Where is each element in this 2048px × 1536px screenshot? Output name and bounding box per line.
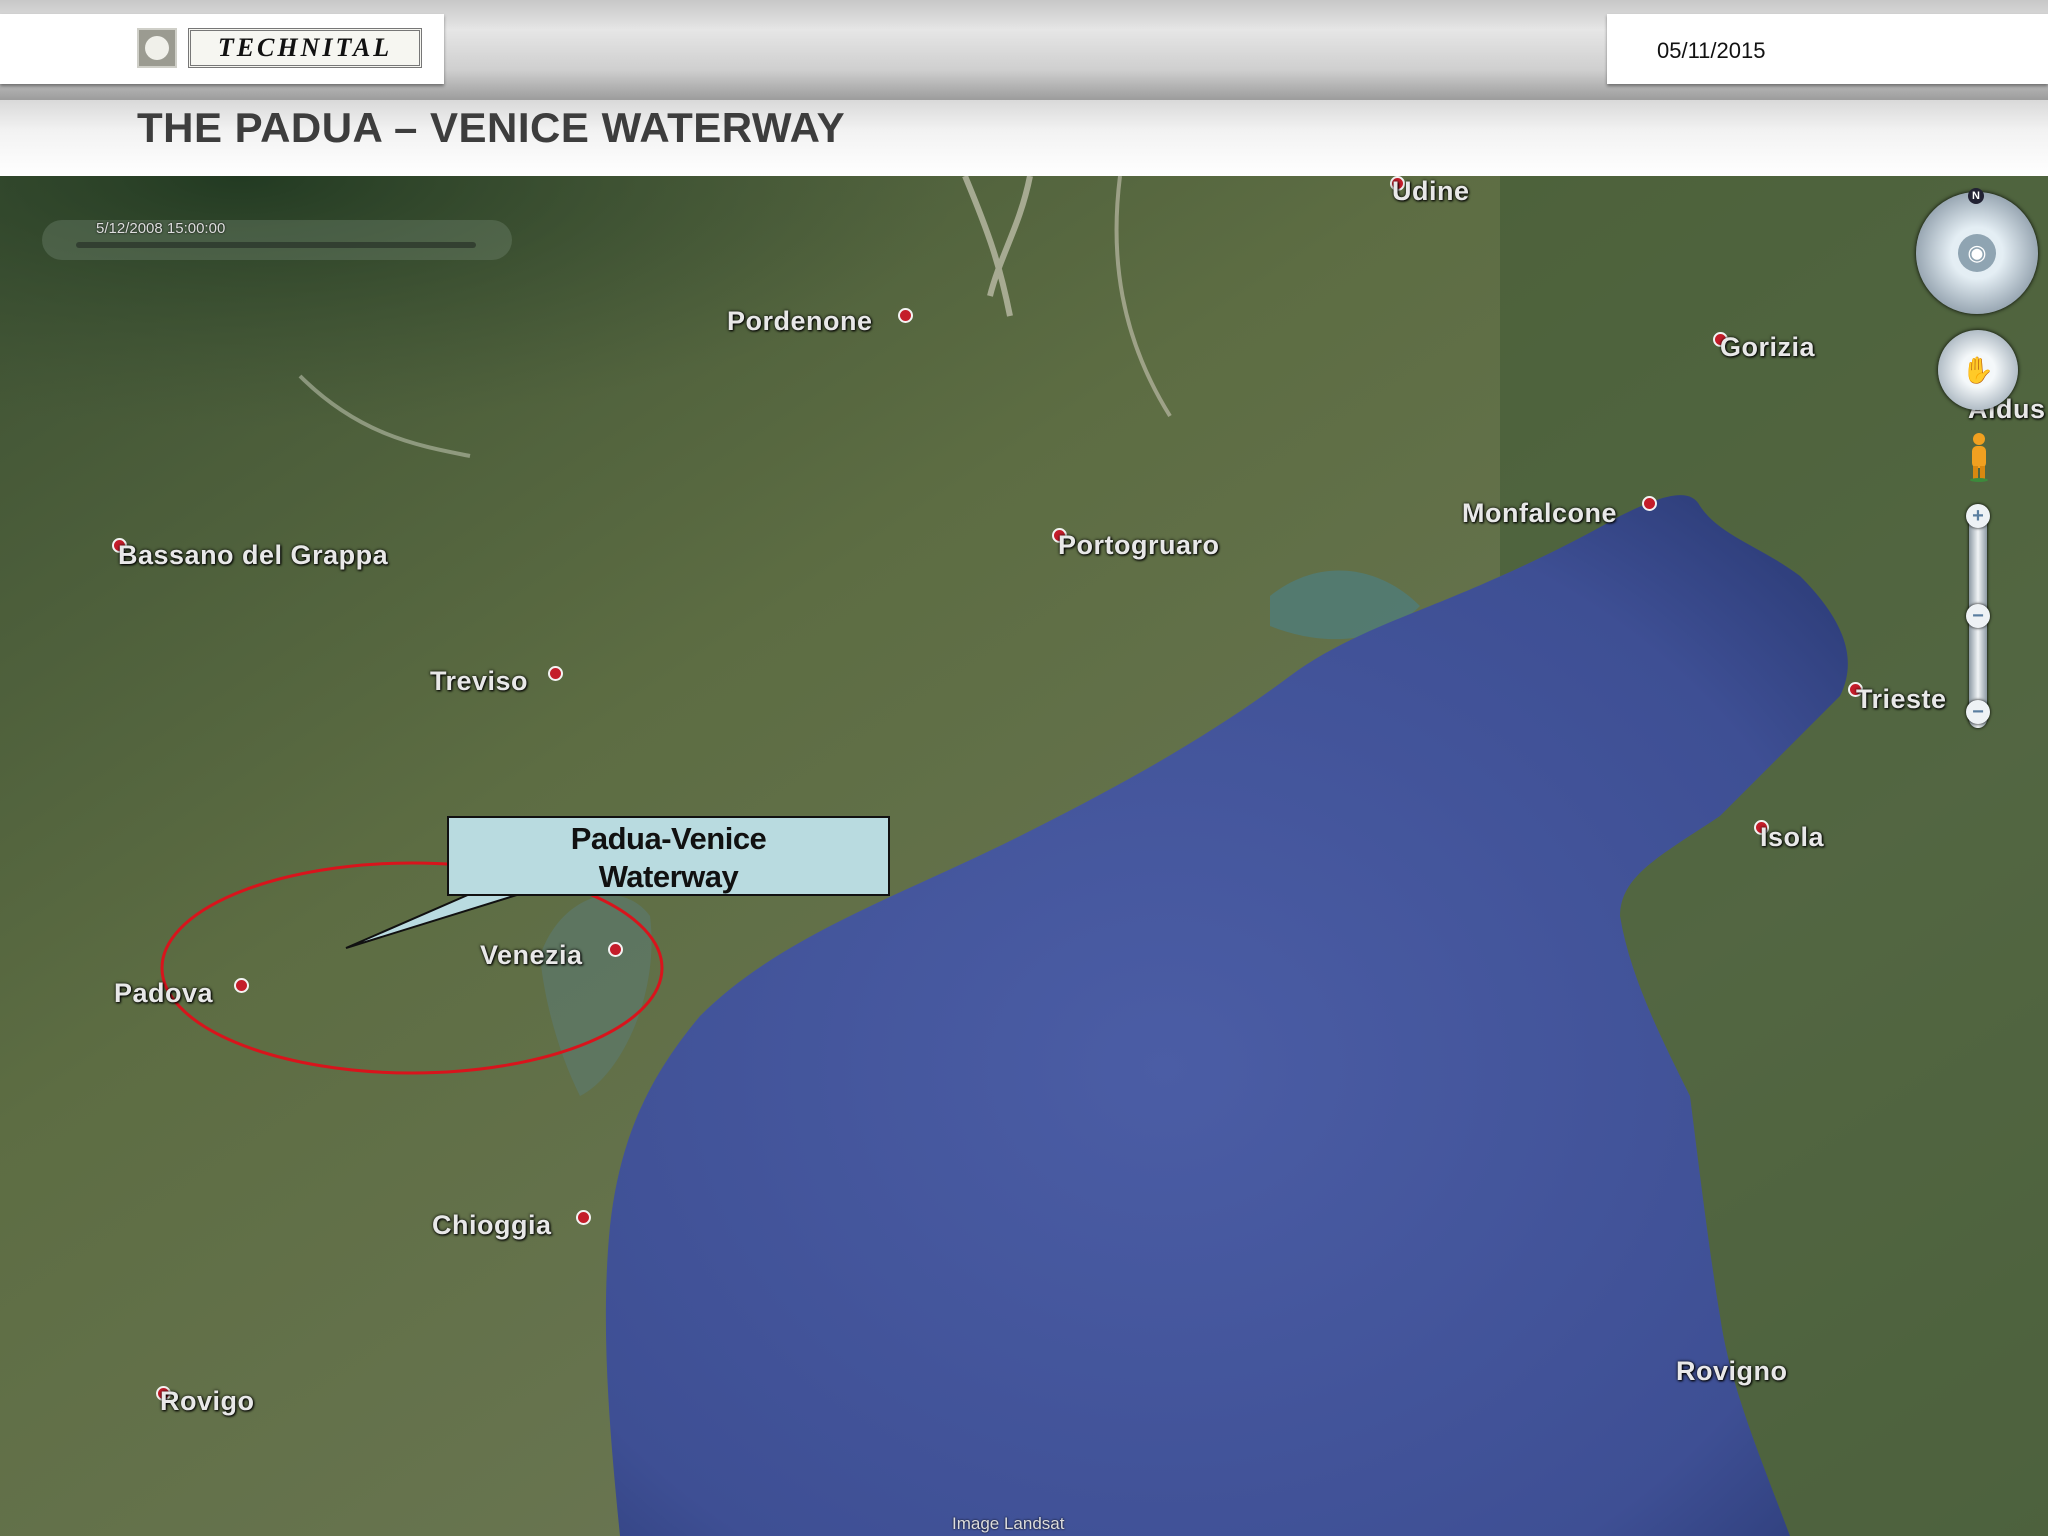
zoom-handle[interactable]: − — [1966, 604, 1990, 628]
place-chioggia: Chioggia — [432, 1210, 552, 1240]
place-trieste: Trieste — [1856, 684, 1947, 714]
time-track[interactable] — [76, 242, 476, 248]
date-container: 05/11/2015 — [1607, 14, 2048, 84]
page-title: THE PADUA – VENICE WATERWAY — [137, 104, 846, 151]
satellite-map[interactable]: 5/12/2008 15:00:00 Udine Pordenone Goriz… — [0, 176, 2048, 1536]
place-bassano: Bassano del Grappa — [118, 540, 389, 570]
pin-venezia[interactable] — [608, 942, 623, 957]
date-label: 05/11/2015 — [1657, 38, 1766, 63]
eye-icon[interactable]: ◉ — [1958, 234, 1996, 272]
pin-pordenone[interactable] — [898, 308, 913, 323]
place-padova: Padova — [114, 978, 214, 1008]
place-udine: Udine — [1392, 176, 1470, 206]
pin-monfalcone[interactable] — [1642, 496, 1657, 511]
place-treviso: Treviso — [430, 666, 529, 696]
place-portogruaro: Portogruaro — [1058, 530, 1220, 560]
place-venezia: Venezia — [480, 940, 583, 970]
place-monfalcone: Monfalcone — [1462, 498, 1618, 528]
place-pordenone: Pordenone — [727, 306, 873, 336]
logo-icon — [137, 28, 177, 68]
logo-wordmark: TECHNITAL — [188, 28, 422, 68]
zoom-out-button[interactable]: − — [1966, 700, 1990, 724]
map-imagery — [0, 176, 2048, 1536]
place-rovigo: Rovigo — [160, 1386, 255, 1416]
pan-control-icon[interactable]: ✋ — [1938, 330, 2018, 410]
time-slider[interactable]: 5/12/2008 15:00:00 — [42, 220, 512, 260]
waterway-callout: Padua-Venice Waterway — [447, 816, 890, 896]
callout-line-1: Padua-Venice — [570, 821, 767, 856]
place-gorizia: Gorizia — [1720, 332, 1816, 362]
image-credit: Image Landsat — [952, 1514, 1065, 1533]
pin-padova[interactable] — [234, 978, 249, 993]
pin-treviso[interactable] — [548, 666, 563, 681]
place-isola: Isola — [1760, 822, 1825, 852]
callout-line-2: Waterway — [598, 859, 739, 894]
pin-chioggia[interactable] — [576, 1210, 591, 1225]
north-indicator[interactable]: N — [1968, 188, 1984, 204]
zoom-in-button[interactable]: + — [1966, 504, 1990, 528]
time-label: 5/12/2008 15:00:00 — [96, 220, 226, 237]
place-rovigno: Rovigno — [1676, 1356, 1788, 1386]
street-view-pegman-icon[interactable] — [1968, 432, 1990, 482]
